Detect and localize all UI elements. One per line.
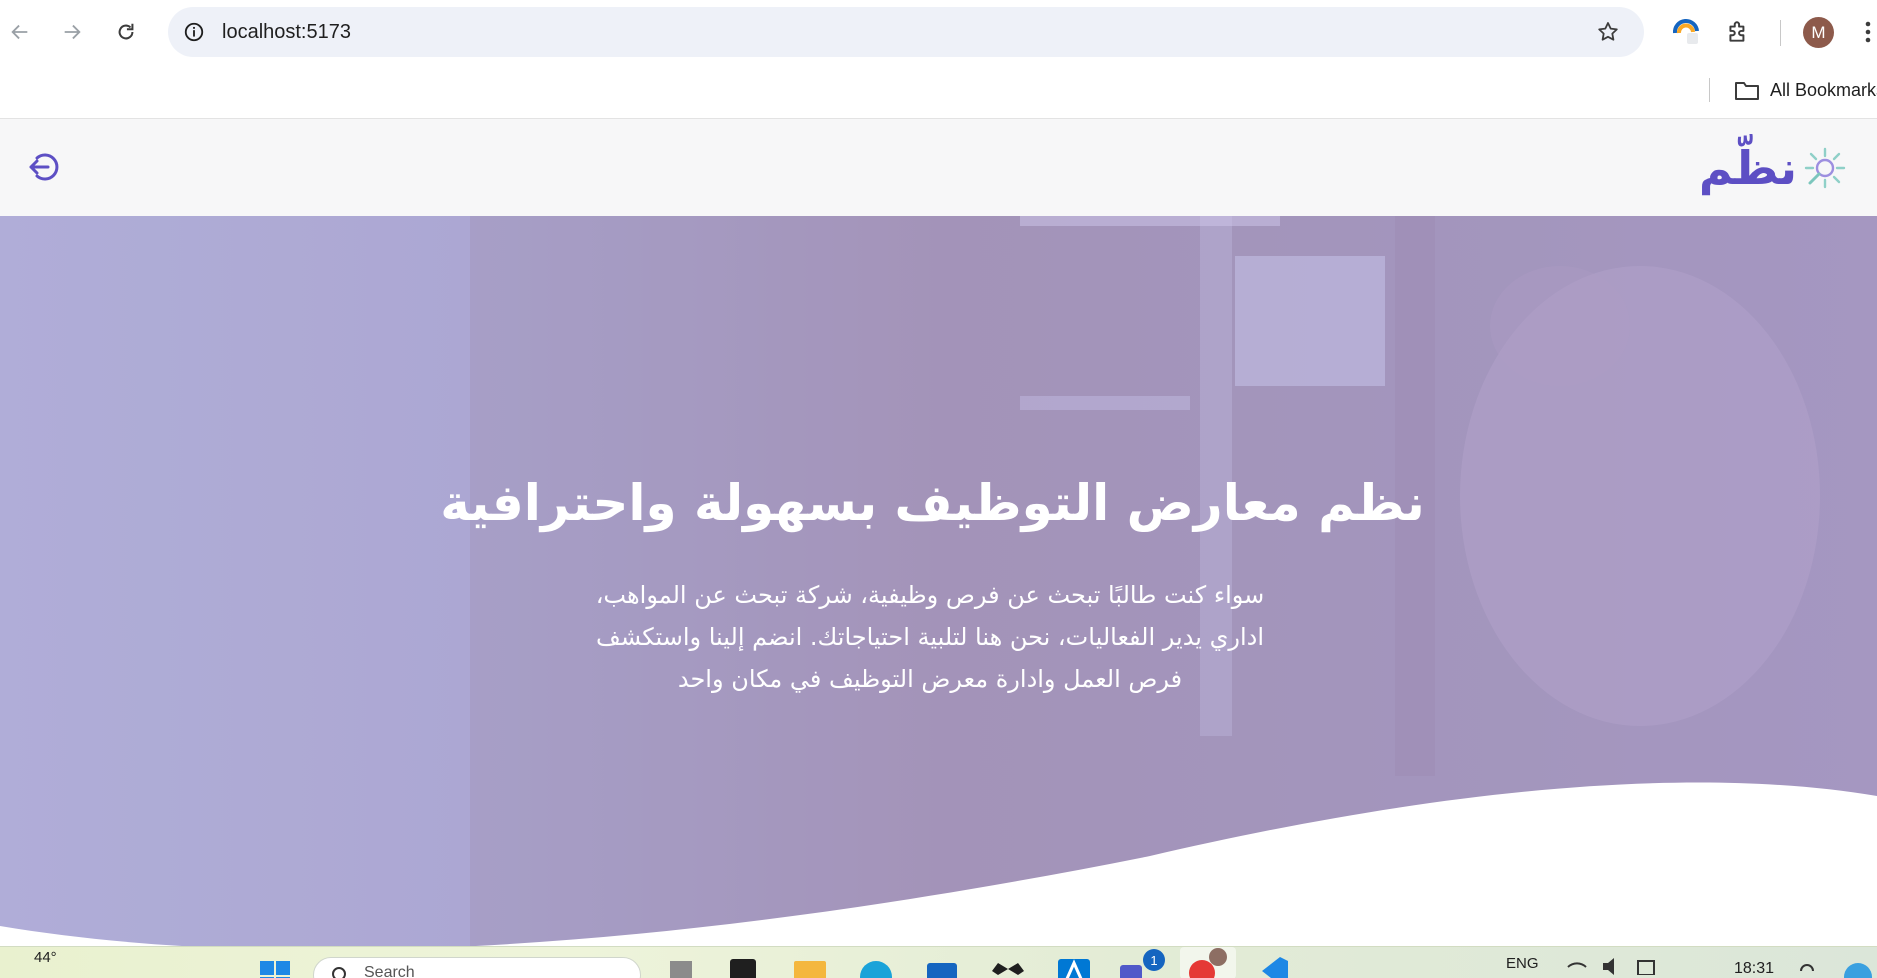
taskbar-app-store[interactable] — [924, 951, 960, 978]
all-bookmarks-label: All Bookmarks — [1770, 79, 1877, 100]
taskbar-app-notes[interactable] — [728, 951, 758, 978]
reload-icon — [118, 23, 134, 40]
taskbar-app-chrome[interactable] — [1180, 947, 1236, 978]
address-bar[interactable]: localhost:5173 — [168, 7, 1644, 57]
copilot-icon — [1844, 963, 1872, 978]
wifi-icon — [1567, 962, 1587, 968]
dropbox-icon — [992, 963, 1024, 975]
logo-text: نظّم — [1698, 141, 1797, 195]
sun-magnifier-logo-icon — [1804, 147, 1846, 189]
copilot-button[interactable] — [1840, 951, 1874, 978]
notification-badge: 1 — [1143, 949, 1165, 971]
battery-icon — [1637, 960, 1655, 975]
extension-app-icon — [1672, 18, 1699, 44]
notes-app-icon — [730, 959, 756, 978]
speaker-icon — [1603, 958, 1614, 975]
profile-avatar[interactable]: M — [1803, 17, 1834, 48]
arrow-right-icon — [64, 24, 81, 40]
network-icon-button[interactable] — [1566, 951, 1588, 978]
taskbar-app-azure[interactable] — [1056, 951, 1092, 978]
app-logo[interactable]: نظّم — [1699, 133, 1847, 203]
arrow-left-icon — [11, 24, 28, 40]
forward-button[interactable] — [54, 14, 90, 50]
taskbar-app-edge[interactable] — [858, 951, 894, 978]
browser-chrome: localhost:5173 M All Bookmarks — [0, 0, 1877, 119]
azure-icon — [1058, 959, 1090, 978]
toolbar-divider — [1780, 20, 1781, 46]
weather-widget[interactable]: 44° — [34, 949, 57, 966]
taskbar-app-dropbox[interactable] — [990, 951, 1026, 978]
kebab-menu-icon — [1865, 21, 1871, 43]
search-placeholder: Search — [364, 964, 415, 978]
taskbar-app-explorer[interactable] — [792, 951, 828, 978]
bookmarks-bar: All Bookmarks — [0, 66, 1877, 118]
folder-icon — [1735, 82, 1759, 100]
folder-icon — [794, 961, 826, 978]
info-icon — [184, 22, 204, 42]
taskbar-clock[interactable]: 18:31 — [1734, 960, 1774, 978]
windows-taskbar: 44° Search 1 ENG 18:31 — [0, 946, 1877, 978]
url-text[interactable]: localhost:5173 — [222, 7, 351, 57]
extension-colorful-button[interactable] — [1668, 14, 1704, 50]
language-indicator[interactable]: ENG — [1506, 955, 1539, 972]
browser-menu-button[interactable] — [1858, 14, 1877, 50]
site-info-button[interactable] — [178, 16, 210, 48]
windows-logo-icon — [260, 961, 290, 978]
all-bookmarks-button[interactable]: All Bookmarks — [1734, 74, 1877, 106]
taskbar-app-taskview[interactable] — [668, 951, 694, 978]
hero-section: نظم معارض التوظيف بسهولة واحترافية سواء … — [0, 216, 1877, 946]
volume-icon-button[interactable] — [1600, 951, 1622, 978]
task-view-icon — [670, 961, 692, 978]
store-icon — [927, 963, 957, 978]
notifications-button[interactable] — [1796, 951, 1818, 978]
browser-toolbar: localhost:5173 M — [0, 0, 1877, 66]
puzzle-icon — [1729, 21, 1745, 42]
taskbar-search[interactable]: Search — [313, 957, 641, 978]
reload-button[interactable] — [108, 14, 144, 50]
vscode-icon — [1262, 957, 1288, 978]
weather-temperature: 44° — [34, 949, 57, 966]
star-icon — [1598, 22, 1618, 41]
extensions-button[interactable] — [1720, 14, 1756, 50]
hero-description: سواء كنت طالبًا تبحث عن فرص وظيفية، شركة… — [595, 581, 1265, 693]
logout-icon — [29, 153, 59, 181]
bookmarks-divider — [1709, 78, 1710, 102]
search-icon — [332, 967, 346, 978]
battery-icon-button[interactable] — [1636, 951, 1658, 978]
hero-wave-divider — [0, 782, 1877, 946]
start-button[interactable] — [258, 951, 292, 978]
app-header: نظّم — [0, 119, 1877, 216]
bell-icon — [1800, 964, 1814, 972]
bookmark-star-button[interactable] — [1592, 16, 1624, 48]
taskbar-app-vscode[interactable] — [1254, 951, 1290, 978]
chrome-icon — [1189, 948, 1227, 978]
hero-title: نظم معارض التوظيف بسهولة واحترافية — [440, 474, 1425, 532]
back-button[interactable] — [2, 14, 38, 50]
logout-button[interactable] — [24, 147, 64, 187]
edge-icon — [860, 961, 892, 978]
